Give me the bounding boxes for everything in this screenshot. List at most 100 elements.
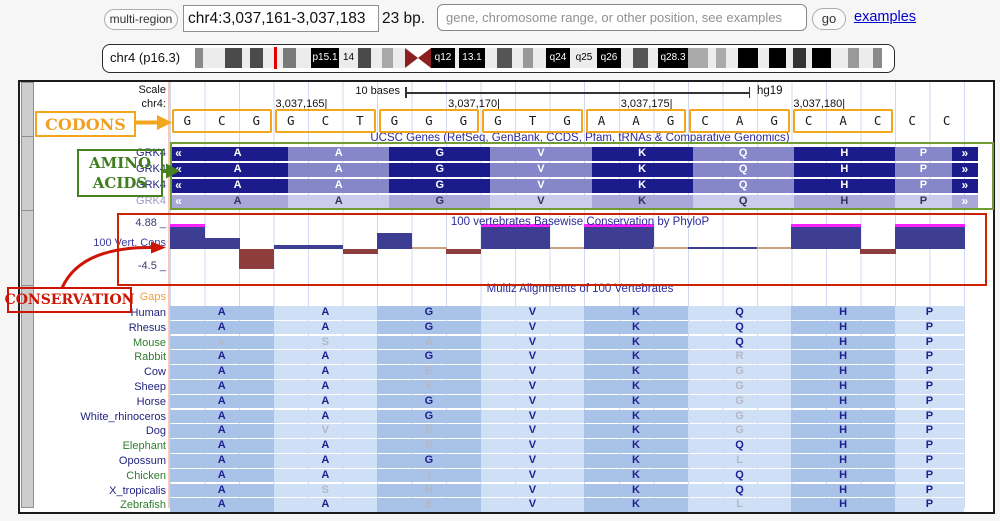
alignment-cell[interactable]: G: [377, 321, 481, 335]
alignment-cell[interactable]: V: [481, 469, 585, 483]
alignment-cell[interactable]: K: [584, 395, 688, 409]
alignment-cell[interactable]: V: [481, 336, 585, 350]
species-label-rabbit[interactable]: Rabbit: [30, 351, 166, 363]
alignment-cell[interactable]: Q: [688, 306, 792, 320]
alignment-cell[interactable]: A: [170, 498, 274, 512]
alignment-cell[interactable]: V: [481, 321, 585, 335]
alignment-cell[interactable]: E: [377, 365, 481, 379]
alignment-cell[interactable]: G: [377, 454, 481, 468]
species-label-sheep[interactable]: Sheep: [30, 381, 166, 393]
alignment-cell[interactable]: K: [584, 484, 688, 498]
alignment-cell[interactable]: H: [791, 454, 895, 468]
alignment-cell[interactable]: V: [481, 306, 585, 320]
species-label-rhesus[interactable]: Rhesus: [30, 322, 166, 334]
alignment-cell[interactable]: K: [584, 350, 688, 364]
alignment-cell[interactable]: A: [274, 365, 378, 379]
alignment-cell[interactable]: V: [481, 439, 585, 453]
alignment-cell[interactable]: V: [481, 424, 585, 438]
alignment-cell[interactable]: V: [481, 365, 585, 379]
multi-region-button[interactable]: multi-region: [104, 9, 178, 30]
alignment-cell[interactable]: E: [377, 439, 481, 453]
alignment-cell[interactable]: A: [274, 498, 378, 512]
alignment-cell[interactable]: A: [170, 350, 274, 364]
alignment-cell[interactable]: H: [791, 484, 895, 498]
track-drag-handle[interactable]: [21, 210, 34, 286]
alignment-cell[interactable]: E: [377, 424, 481, 438]
alignment-cell[interactable]: G: [377, 350, 481, 364]
alignment-cell[interactable]: G: [688, 424, 792, 438]
alignment-cell[interactable]: A: [274, 321, 378, 335]
alignment-cell[interactable]: G: [377, 395, 481, 409]
track-drag-handle[interactable]: [21, 82, 34, 137]
alignment-cell[interactable]: H: [791, 380, 895, 394]
alignment-cell[interactable]: A: [274, 469, 378, 483]
alignment-cell[interactable]: Q: [688, 336, 792, 350]
alignment-cell[interactable]: A: [274, 395, 378, 409]
alignment-cell[interactable]: Q: [688, 484, 792, 498]
alignment-cell[interactable]: P: [895, 410, 964, 424]
alignment-cell[interactable]: H: [791, 469, 895, 483]
alignment-cell[interactable]: K: [584, 380, 688, 394]
alignment-cell[interactable]: P: [895, 380, 964, 394]
alignment-cell[interactable]: Q: [688, 469, 792, 483]
alignment-cell[interactable]: K: [584, 498, 688, 512]
alignment-cell[interactable]: P: [895, 498, 964, 512]
alignment-cell[interactable]: H: [791, 365, 895, 379]
alignment-cell[interactable]: K: [584, 321, 688, 335]
alignment-cell[interactable]: A: [170, 424, 274, 438]
alignment-cell[interactable]: L: [688, 498, 792, 512]
alignment-cell[interactable]: Q: [688, 321, 792, 335]
alignment-cell[interactable]: V: [481, 395, 585, 409]
alignment-cell[interactable]: H: [791, 439, 895, 453]
species-label-mouse[interactable]: Mouse: [30, 337, 166, 349]
alignment-cell[interactable]: K: [584, 410, 688, 424]
track-drag-handle[interactable]: [21, 136, 34, 211]
go-button[interactable]: go: [812, 8, 846, 30]
alignment-cell[interactable]: G: [688, 410, 792, 424]
alignment-cell[interactable]: P: [895, 365, 964, 379]
alignment-cell[interactable]: K: [584, 336, 688, 350]
alignment-cell[interactable]: V: [481, 380, 585, 394]
alignment-cell[interactable]: A: [170, 306, 274, 320]
alignment-cell[interactable]: G: [688, 395, 792, 409]
alignment-cell[interactable]: A: [274, 350, 378, 364]
alignment-cell[interactable]: V: [481, 410, 585, 424]
species-label-zebrafish[interactable]: Zebrafish: [30, 499, 166, 511]
alignment-cell[interactable]: A: [170, 410, 274, 424]
species-label-horse[interactable]: Horse: [30, 396, 166, 408]
alignment-cell[interactable]: P: [895, 336, 964, 350]
alignment-cell[interactable]: R: [688, 350, 792, 364]
alignment-cell[interactable]: E: [377, 498, 481, 512]
alignment-cell[interactable]: P: [895, 469, 964, 483]
alignment-cell[interactable]: P: [895, 395, 964, 409]
alignment-cell[interactable]: A: [170, 380, 274, 394]
alignment-cell[interactable]: P: [895, 306, 964, 320]
alignment-cell[interactable]: A: [170, 454, 274, 468]
alignment-cell[interactable]: P: [895, 424, 964, 438]
alignment-cell[interactable]: A: [170, 469, 274, 483]
alignment-cell[interactable]: H: [791, 410, 895, 424]
chromosome-ideogram[interactable]: chr4 (p16.3) p15.114q1213.1q24q25q26q28.…: [102, 44, 895, 73]
species-label-dog[interactable]: Dog: [30, 425, 166, 437]
alignment-cell[interactable]: V: [481, 498, 585, 512]
species-label-opossum[interactable]: Opossum: [30, 455, 166, 467]
species-label-chicken[interactable]: Chicken: [30, 470, 166, 482]
alignment-cell[interactable]: P: [895, 439, 964, 453]
alignment-cell[interactable]: H: [791, 498, 895, 512]
alignment-cell[interactable]: H: [791, 306, 895, 320]
alignment-cell[interactable]: A: [274, 306, 378, 320]
alignment-cell[interactable]: K: [584, 306, 688, 320]
alignment-cell[interactable]: A: [170, 365, 274, 379]
alignment-cell[interactable]: P: [895, 321, 964, 335]
alignment-cell[interactable]: G: [688, 380, 792, 394]
alignment-cell[interactable]: E: [377, 380, 481, 394]
alignment-cell[interactable]: S: [274, 336, 378, 350]
alignment-cell[interactable]: A: [377, 336, 481, 350]
alignment-cell[interactable]: V: [481, 484, 585, 498]
alignment-cell[interactable]: K: [584, 454, 688, 468]
species-label-cow[interactable]: Cow: [30, 366, 166, 378]
alignment-cell[interactable]: A: [274, 410, 378, 424]
alignment-cell[interactable]: V: [481, 350, 585, 364]
alignment-cell[interactable]: G: [688, 365, 792, 379]
alignment-cell[interactable]: H: [791, 336, 895, 350]
